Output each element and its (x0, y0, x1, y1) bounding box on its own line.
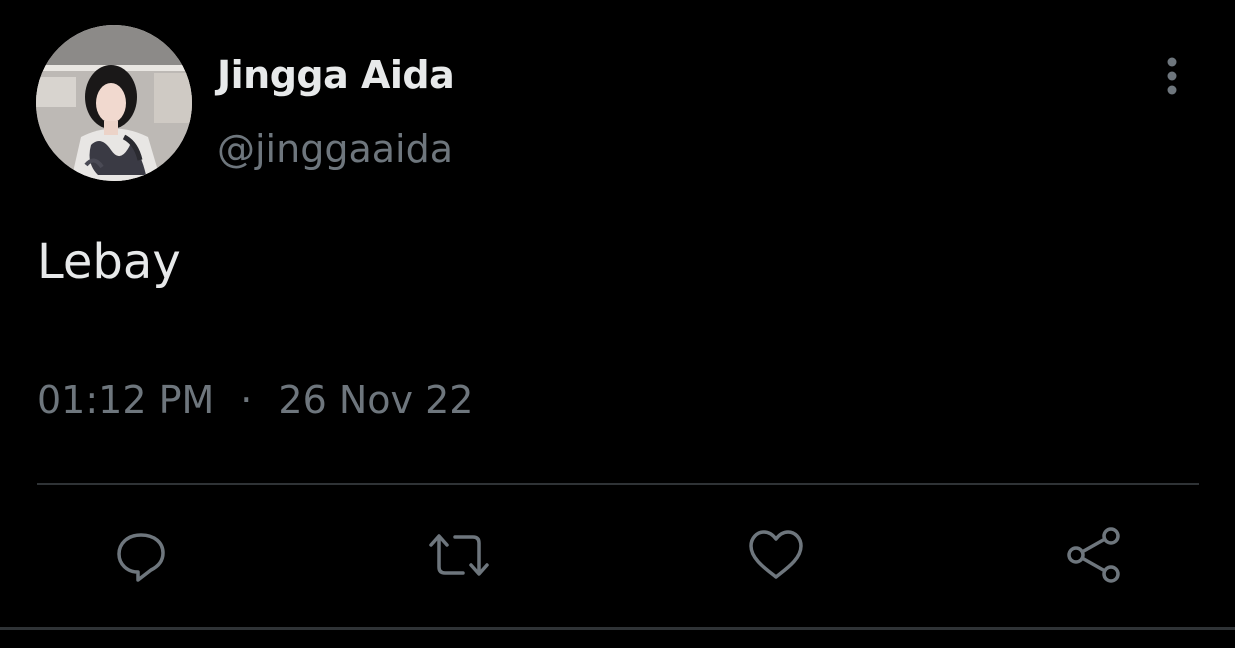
author-handle[interactable]: @jinggaaida (217, 127, 453, 171)
tweet-text: Lebay (37, 234, 181, 290)
tweet-date: 26 Nov 22 (278, 378, 474, 422)
divider (37, 483, 1199, 485)
reply-icon (117, 533, 165, 582)
more-vertical-icon (1167, 57, 1177, 95)
tweet-timestamp[interactable]: 01:12 PM · 26 Nov 22 (37, 378, 473, 422)
more-options-button[interactable] (1152, 52, 1192, 100)
author-display-name[interactable]: Jingga Aida (217, 53, 455, 97)
meta-separator: · (240, 378, 253, 422)
avatar[interactable] (36, 25, 192, 181)
reply-button[interactable] (109, 523, 173, 587)
avatar-image (36, 25, 192, 181)
share-button[interactable] (1061, 523, 1125, 587)
like-icon (749, 530, 803, 579)
bottom-divider (0, 627, 1235, 630)
like-button[interactable] (744, 523, 808, 587)
tweet-card: Jingga Aida @jinggaaida Lebay 01:12 PM ·… (0, 0, 1235, 648)
share-icon (1067, 527, 1120, 583)
retweet-button[interactable] (427, 523, 491, 587)
tweet-time: 01:12 PM (37, 378, 215, 422)
retweet-icon (429, 534, 489, 576)
